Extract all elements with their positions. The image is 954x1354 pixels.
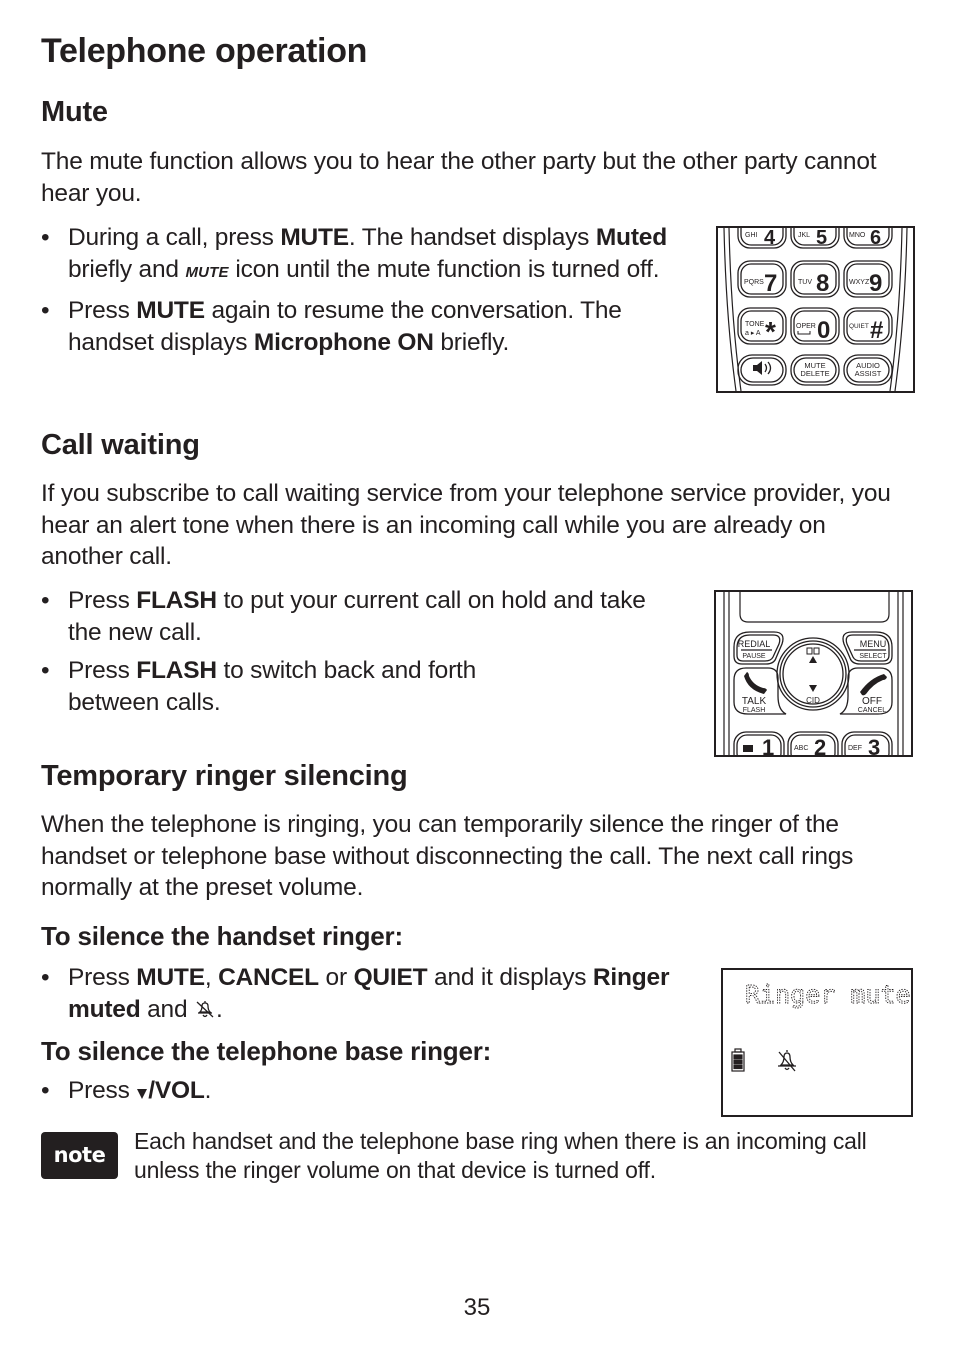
svg-text:ABC: ABC (794, 745, 808, 752)
handset-screen-figure: Ringer muted (721, 968, 913, 1117)
svg-text:QUIET: QUIET (849, 323, 869, 330)
speaker-icon (753, 361, 772, 375)
svg-text:OFF: OFF (862, 696, 882, 707)
ringer-intro: When the telephone is ringing, you can t… (41, 811, 854, 901)
svg-text:PAUSE: PAUSE (742, 653, 766, 660)
base-ringer-bullets: Press /VOL. (41, 1075, 681, 1114)
svg-text:MENU: MENU (860, 639, 887, 649)
svg-text:CID: CID (806, 696, 820, 705)
svg-text:#: # (870, 317, 883, 344)
key-row-1 (737, 228, 893, 249)
svg-text:6: 6 (870, 228, 881, 249)
svg-text:7: 7 (764, 270, 777, 297)
mute-bullets: During a call, press MUTE. The handset d… (41, 222, 706, 365)
message-icon (743, 745, 753, 752)
screen-text: Ringer muted (745, 980, 911, 1009)
svg-text:9: 9 (869, 270, 882, 297)
mute-bullet-1: During a call, press MUTE. The handset d… (41, 222, 706, 288)
svg-text:CANCEL: CANCEL (858, 707, 887, 714)
svg-text:PQRS: PQRS (744, 279, 764, 286)
ringer-muted-icon (196, 1000, 214, 1017)
talk-phone-icon (744, 672, 767, 694)
keypad-figure: GHI 4 JKL 5 MNO 6 PQRS 7 TUV 8 WXYZ 9 TONE a ▸ … (716, 226, 915, 393)
call-waiting-bullet-1: Press FLASH to put your current call on … (41, 585, 681, 648)
phonebook-icon (806, 647, 820, 655)
handset-ringer-bullets: Press MUTE, CANCEL or QUIET and it displ… (41, 962, 681, 1032)
svg-text:5: 5 (816, 228, 827, 249)
mute-intro: The mute function allows you to hear the… (41, 148, 877, 207)
svg-text:JKL: JKL (798, 232, 810, 239)
svg-text:DELETE: DELETE (800, 369, 829, 378)
svg-text:2: 2 (814, 735, 826, 755)
svg-text:WXYZ: WXYZ (849, 279, 870, 286)
svg-text:FLASH: FLASH (743, 707, 766, 714)
page-title: Telephone operation (41, 32, 368, 70)
page-number: 35 (463, 1294, 491, 1321)
mute-bullet-2: Press MUTE again to resume the conversat… (41, 295, 706, 358)
svg-text:DEF: DEF (848, 745, 862, 752)
svg-text:a ▸ A: a ▸ A (745, 330, 761, 337)
ringer-muted-icon (778, 1050, 796, 1072)
off-phone-icon (860, 674, 887, 696)
call-waiting-bullet-2: Press FLASH to switch back and forth bet… (41, 655, 541, 718)
svg-text:TALK: TALK (742, 696, 767, 707)
svg-text:REDIAL: REDIAL (738, 639, 771, 649)
svg-text:GHI: GHI (745, 232, 758, 239)
svg-text:MNO: MNO (849, 232, 866, 239)
mute-heading: Mute (41, 96, 108, 128)
svg-text:TONE: TONE (745, 321, 765, 328)
battery-icon (731, 1048, 745, 1072)
handset-ringer-bullet: Press MUTE, CANCEL or QUIET and it displ… (41, 962, 681, 1025)
up-arrow-icon (809, 656, 817, 663)
svg-text:ASSIST: ASSIST (855, 369, 882, 378)
svg-text:0: 0 (817, 317, 830, 344)
call-waiting-intro: If you subscribe to call waiting service… (41, 480, 891, 570)
handset-ringer-subheading: To silence the handset ringer: (41, 921, 403, 951)
svg-text:3: 3 (868, 735, 880, 755)
note-text: Each handset and the telephone base ring… (134, 1128, 867, 1183)
svg-text:OPER: OPER (796, 323, 816, 330)
ringer-heading: Temporary ringer silencing (41, 760, 408, 792)
svg-text:*: * (765, 316, 776, 347)
svg-text:4: 4 (764, 228, 776, 249)
svg-text:SELECT: SELECT (859, 653, 887, 660)
call-waiting-bullets: Press FLASH to put your current call on … (41, 585, 681, 725)
svg-text:1: 1 (762, 735, 774, 755)
svg-text:8: 8 (816, 270, 829, 297)
base-ringer-subheading: To silence the telephone base ringer: (41, 1036, 492, 1066)
call-waiting-heading: Call waiting (41, 429, 200, 461)
base-ringer-bullet: Press /VOL. (41, 1075, 681, 1107)
navigation-keys-figure: REDIAL PAUSE MENU SELECT TALK FLASH OFF … (714, 590, 913, 757)
svg-text:TUV: TUV (798, 279, 812, 286)
down-arrow-icon (137, 1089, 148, 1099)
mute-icon: MUTE (185, 263, 229, 281)
note-badge: note (41, 1132, 118, 1179)
down-arrow-icon (809, 685, 817, 692)
